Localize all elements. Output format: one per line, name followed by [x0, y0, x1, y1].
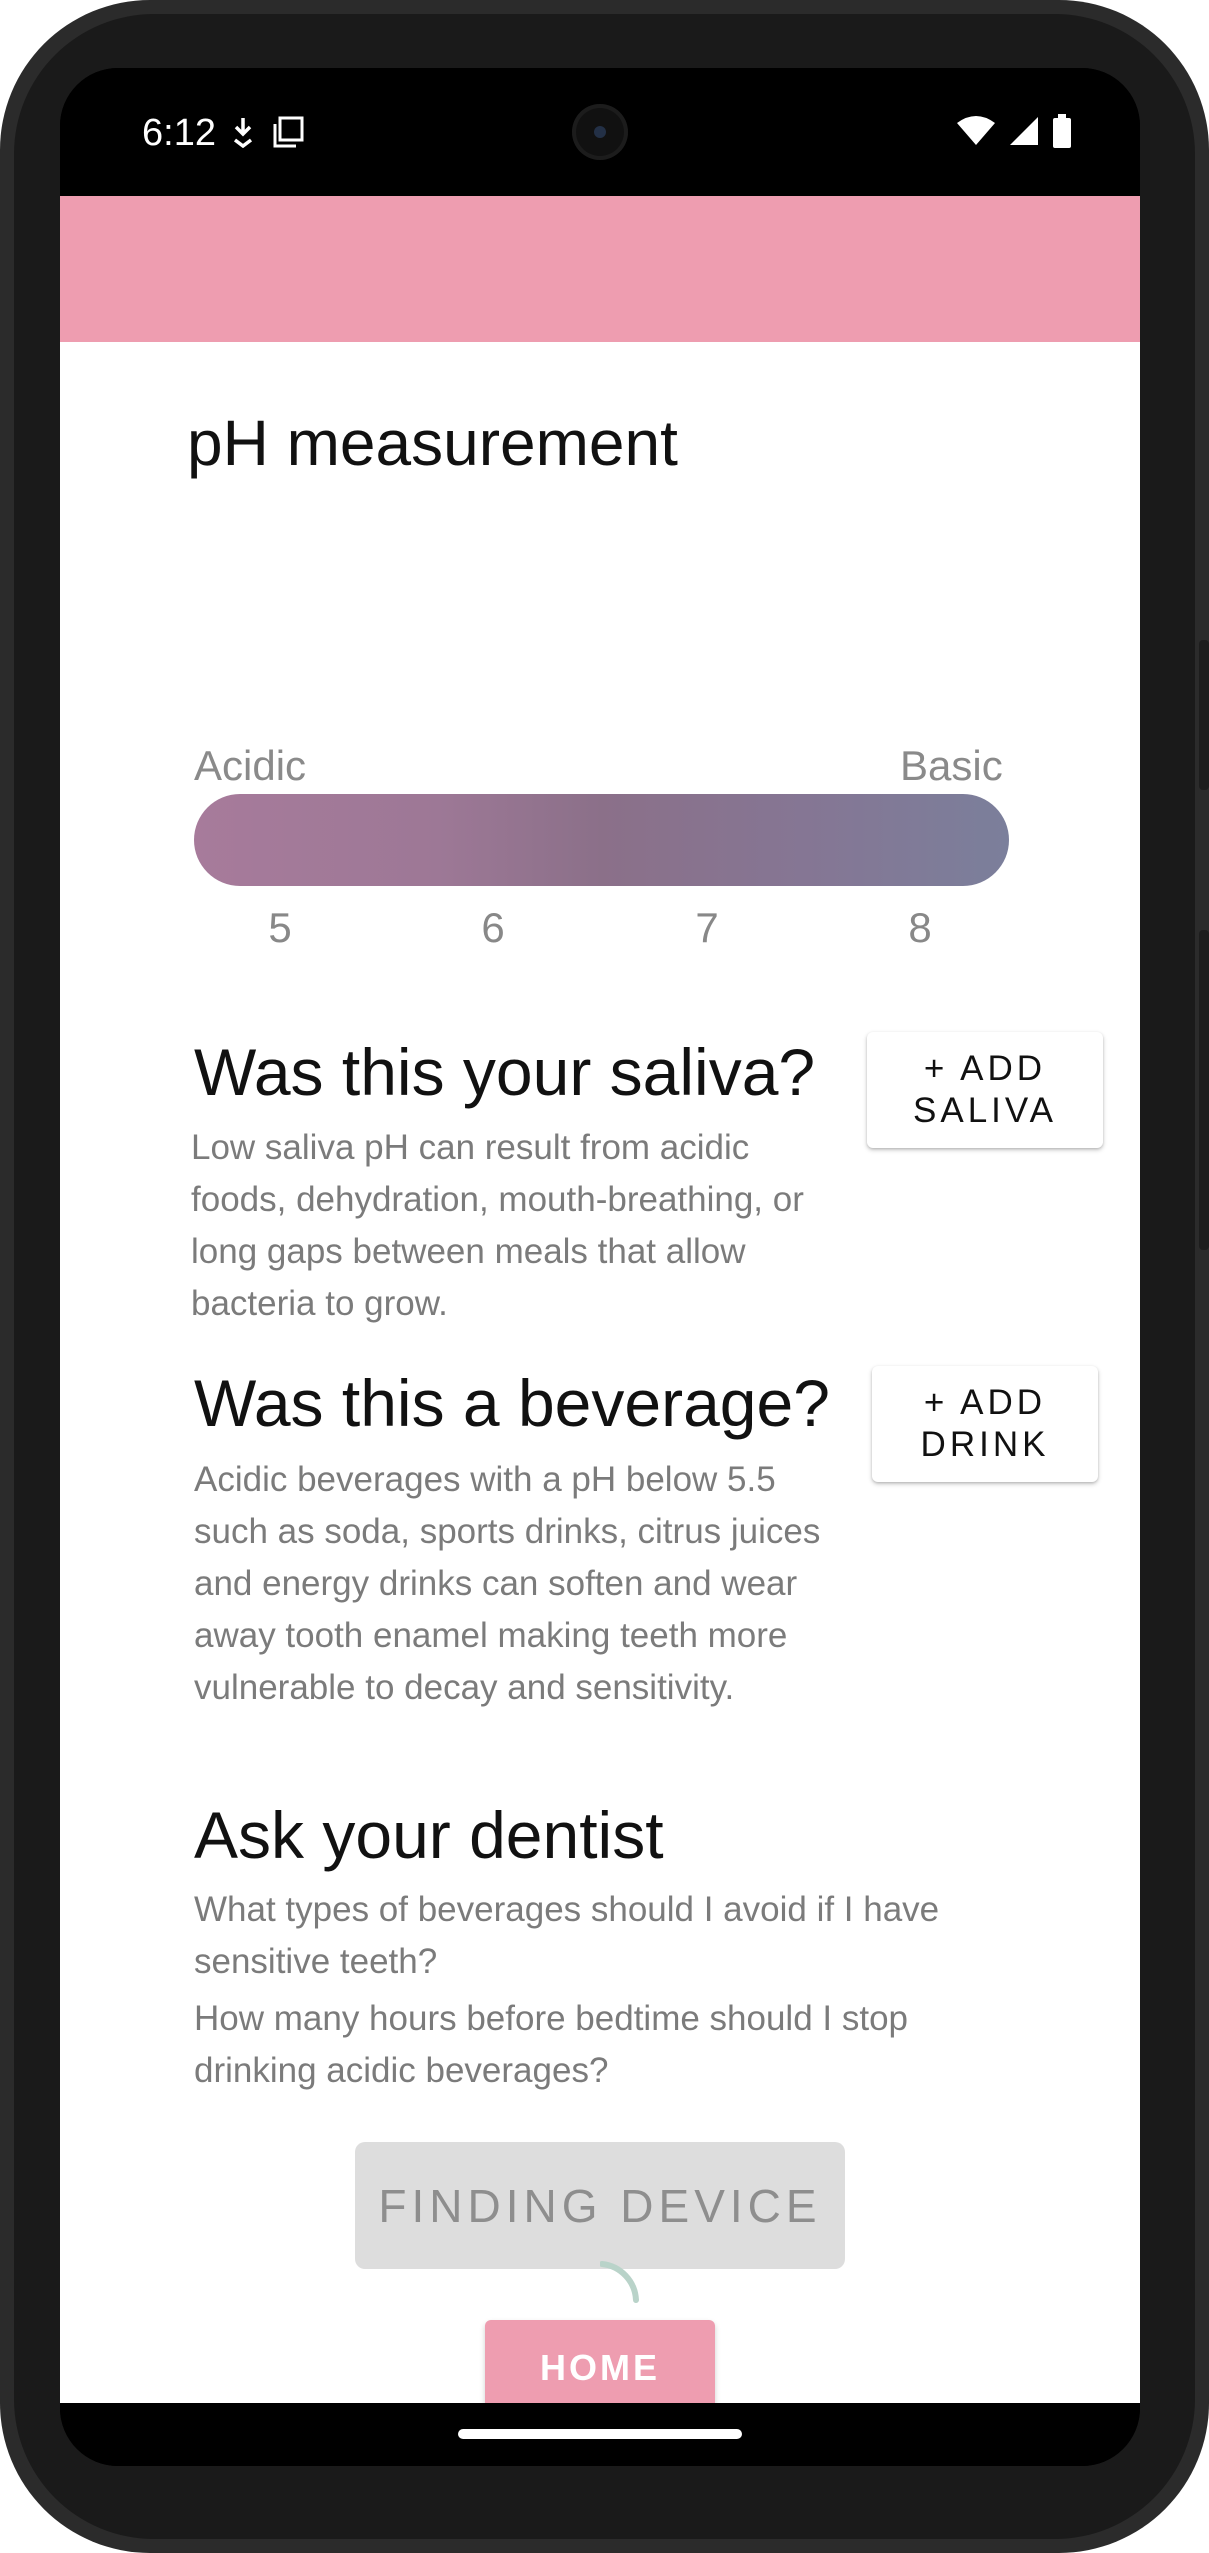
copy-icon	[272, 116, 304, 153]
signal-icon	[1008, 115, 1040, 152]
home-button[interactable]: HOME	[485, 2320, 715, 2415]
saliva-section-title: Was this your saliva?	[194, 1035, 816, 1109]
navigation-bar	[60, 2403, 1140, 2466]
status-right-icons	[956, 114, 1072, 153]
basic-label: Basic	[900, 742, 1003, 789]
acidic-label: Acidic	[194, 742, 307, 789]
front-camera	[572, 104, 628, 160]
add-saliva-label-line1: + ADD	[923, 1049, 1047, 1088]
beverage-section-body: Acidic beverages with a pH below 5.5 suc…	[194, 1460, 821, 1707]
download-icon	[230, 116, 256, 153]
dentist-question: How many hours before bedtime should I s…	[194, 1999, 908, 2090]
status-left-icons	[230, 116, 304, 153]
page-title: pH measurement	[187, 407, 678, 479]
beverage-section-title: Was this a beverage?	[194, 1366, 830, 1440]
add-saliva-button[interactable]: + ADD SALIVA	[867, 1032, 1103, 1148]
ph-tick: 8	[908, 904, 932, 951]
home-indicator[interactable]	[458, 2429, 742, 2439]
ph-tick: 6	[481, 904, 505, 951]
add-drink-label-line2: DRINK	[920, 1425, 1050, 1464]
status-time: 6:12	[142, 112, 216, 154]
wifi-icon	[956, 115, 996, 152]
ph-scale-bar	[194, 794, 1009, 886]
ph-tick: 5	[268, 904, 292, 951]
app-bar	[60, 196, 1140, 342]
status-bar: 6:12	[60, 68, 1140, 196]
ph-tick: 7	[695, 904, 719, 951]
volume-button	[1199, 640, 1209, 790]
add-drink-button[interactable]: + ADD DRINK	[872, 1366, 1098, 1482]
dentist-question: What types of beverages should I avoid i…	[194, 1890, 940, 1981]
add-saliva-label-line2: SALIVA	[913, 1091, 1057, 1130]
main-content: pH measurement Acidic Basic 5 6 7 8 Was …	[60, 342, 1140, 2415]
battery-icon	[1052, 114, 1072, 153]
saliva-section-body: Low saliva pH can result from acidic foo…	[191, 1128, 804, 1323]
finding-device-button[interactable]: FINDING DEVICE	[355, 2142, 845, 2269]
screen: 6:12 pH measurement Acidic Basic 5 6 7 8…	[60, 68, 1140, 2466]
phone-frame: 6:12 pH measurement Acidic Basic 5 6 7 8…	[0, 0, 1209, 2553]
dentist-section-title: Ask your dentist	[194, 1798, 664, 1872]
add-drink-label-line1: + ADD	[923, 1383, 1047, 1422]
power-button	[1199, 930, 1209, 1250]
